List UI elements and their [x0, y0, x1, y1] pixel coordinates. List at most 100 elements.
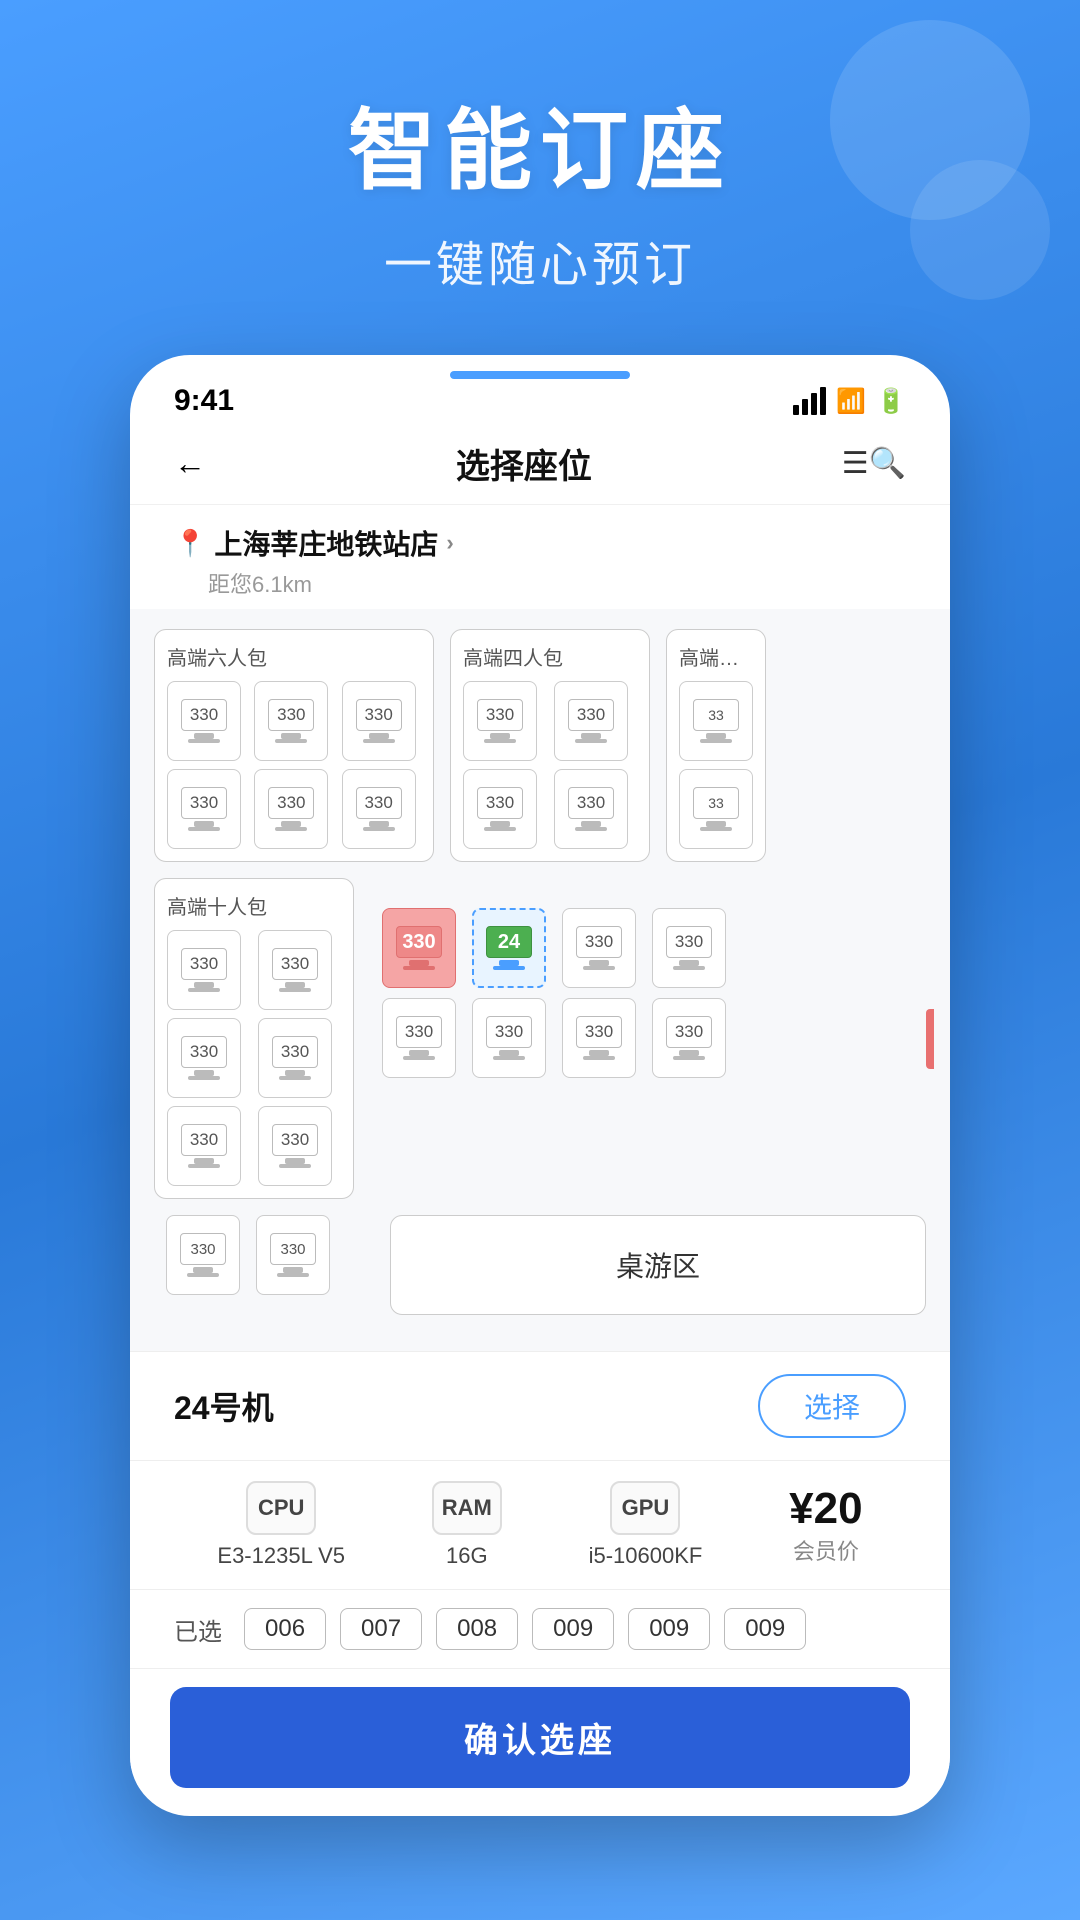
- seat-item-occupied: 330: [382, 908, 456, 988]
- spec-gpu: GPU i5-10600KF: [589, 1481, 703, 1569]
- nav-actions: ☰🔍: [842, 446, 906, 481]
- seat-item[interactable]: 330: [554, 769, 628, 849]
- seat-item[interactable]: 330: [382, 998, 456, 1078]
- section-2pack: 高端双人 33 33: [666, 629, 766, 862]
- section-10pack-left: 高端十人包 330 330 330 330 330 330: [154, 878, 354, 1199]
- ram-label: 16G: [446, 1543, 488, 1569]
- seat-item[interactable]: 330: [254, 769, 328, 849]
- status-pill: [450, 371, 630, 379]
- spec-ram: RAM 16G: [432, 1481, 502, 1569]
- seat-item[interactable]: 330: [652, 908, 726, 988]
- section-6pack-label: 高端六人包: [167, 642, 421, 671]
- seat-item[interactable]: 330: [472, 998, 546, 1078]
- wifi-icon: 📶: [836, 387, 866, 416]
- bottom-sections-row: 330 330 桌游区: [154, 1215, 926, 1315]
- select-button[interactable]: 选择: [758, 1374, 906, 1438]
- hero-title: 智能订座: [348, 80, 732, 207]
- seat-item[interactable]: 330: [166, 1215, 240, 1295]
- section-10pack-row: 高端十人包 330 330 330 330 330 330 330 24 330…: [154, 878, 926, 1199]
- status-time: 9:41: [174, 384, 234, 418]
- location-name-row[interactable]: 📍 上海莘庄地铁站店 ›: [174, 523, 906, 563]
- hero-section: 智能订座 一键随心预订: [0, 0, 1080, 335]
- seat-item[interactable]: 33: [679, 769, 753, 849]
- seat-item[interactable]: 330: [258, 1106, 332, 1186]
- seat-item[interactable]: 330: [167, 769, 241, 849]
- section-2pack-label: 高端双人: [679, 642, 753, 671]
- hero-subtitle: 一键随心预订: [384, 225, 696, 295]
- tabletop-label: 桌游区: [616, 1245, 700, 1285]
- price-label: 会员价: [793, 1534, 859, 1566]
- location-chevron-icon: ›: [446, 530, 453, 556]
- status-icons: 📶 🔋: [793, 387, 906, 416]
- red-indicator: [926, 1009, 934, 1069]
- cpu-label: E3-1235L V5: [217, 1543, 345, 1569]
- bottom-section: 24号机 选择 CPU E3-1235L V5 RAM 16G GPU i5-1…: [130, 1351, 950, 1788]
- status-bar: 9:41 📶 🔋: [130, 355, 950, 427]
- bottom-left-grid: 330 330: [154, 1215, 354, 1295]
- machine-name: 24号机: [174, 1383, 274, 1429]
- tabletop-area: 桌游区: [390, 1215, 926, 1315]
- seat-item[interactable]: 330: [256, 1215, 330, 1295]
- seat-tag-3[interactable]: 008: [436, 1608, 518, 1650]
- seat-item[interactable]: 330: [167, 930, 241, 1010]
- seat-item[interactable]: 330: [652, 998, 726, 1078]
- section-4pack-label: 高端四人包: [463, 642, 637, 671]
- location-bar: 📍 上海莘庄地铁站店 › 距您6.1km: [130, 505, 950, 609]
- selected-seats-row: 已选 006 007 008 009 009 009: [130, 1590, 950, 1669]
- seat-tag-1[interactable]: 006: [244, 1608, 326, 1650]
- seat-item[interactable]: 330: [463, 769, 537, 849]
- seat-item[interactable]: 330: [562, 998, 636, 1078]
- location-pin-icon: 📍: [174, 528, 206, 559]
- section-10pack-bottom-left: 330 330: [154, 1215, 354, 1315]
- spec-cpu: CPU E3-1235L V5: [217, 1481, 345, 1569]
- seat-item[interactable]: 330: [167, 1018, 241, 1098]
- list-search-icon[interactable]: ☰🔍: [842, 446, 906, 481]
- section-2pack-grid: 33 33: [679, 681, 753, 849]
- top-sections-row: 高端六人包 330 330 330 330 330 330 高端四人包 330 …: [154, 629, 926, 862]
- selected-label: 已选: [174, 1612, 222, 1647]
- gpu-icon: GPU: [610, 1481, 680, 1535]
- seat-map: 高端六人包 330 330 330 330 330 330 高端四人包 330 …: [130, 609, 950, 1351]
- seat-item[interactable]: 330: [254, 681, 328, 761]
- section-10pack-right-wrapper: 330 24 330 330 330 330 330 330: [370, 878, 926, 1199]
- seat-item[interactable]: 33: [679, 681, 753, 761]
- signal-icon: [793, 387, 826, 415]
- seat-item[interactable]: 330: [167, 1106, 241, 1186]
- seat-item[interactable]: 330: [463, 681, 537, 761]
- ram-icon: RAM: [432, 1481, 502, 1535]
- confirm-button[interactable]: 确认选座: [170, 1687, 910, 1788]
- price-item: ¥20 会员价: [789, 1484, 862, 1566]
- seat-tag-5[interactable]: 009: [628, 1608, 710, 1650]
- back-button[interactable]: ←: [174, 445, 206, 482]
- seat-item[interactable]: 330: [554, 681, 628, 761]
- seat-item-selected[interactable]: 24: [472, 908, 546, 988]
- seat-item[interactable]: 330: [562, 908, 636, 988]
- seat-item[interactable]: 330: [342, 769, 416, 849]
- gpu-label: i5-10600KF: [589, 1543, 703, 1569]
- price-value: ¥20: [789, 1484, 862, 1534]
- nav-bar: ← 选择座位 ☰🔍: [130, 427, 950, 505]
- seat-item[interactable]: 330: [258, 930, 332, 1010]
- decorative-circle-2: [910, 160, 1050, 300]
- seat-tag-2[interactable]: 007: [340, 1608, 422, 1650]
- phone-mockup: 9:41 📶 🔋 ← 选择座位 ☰🔍 📍 上海莘庄地铁站店 ›: [130, 355, 950, 1816]
- seat-tag-4[interactable]: 009: [532, 1608, 614, 1650]
- seat-tag-6[interactable]: 009: [724, 1608, 806, 1650]
- section-4pack: 高端四人包 330 330 330 330: [450, 629, 650, 862]
- cpu-icon: CPU: [246, 1481, 316, 1535]
- seat-item[interactable]: 330: [342, 681, 416, 761]
- seat-item[interactable]: 330: [258, 1018, 332, 1098]
- section-10pack-right-grid: 330 24 330 330 330 330 330 330: [370, 908, 926, 1078]
- seat-item[interactable]: 330: [167, 681, 241, 761]
- location-name-text: 上海莘庄地铁站店: [214, 523, 438, 563]
- section-6pack-grid: 330 330 330 330 330 330: [167, 681, 421, 849]
- section-4pack-grid: 330 330 330 330: [463, 681, 637, 849]
- specs-row: CPU E3-1235L V5 RAM 16G GPU i5-10600KF ¥…: [130, 1461, 950, 1590]
- section-10pack-label: 高端十人包: [167, 891, 341, 920]
- section-10pack-left-grid: 330 330 330 330 330 330: [167, 930, 341, 1186]
- section-6pack: 高端六人包 330 330 330 330 330 330: [154, 629, 434, 862]
- nav-title: 选择座位: [456, 439, 592, 488]
- location-distance: 距您6.1km: [174, 567, 906, 599]
- machine-info-bar: 24号机 选择: [130, 1352, 950, 1461]
- battery-icon: 🔋: [876, 387, 906, 416]
